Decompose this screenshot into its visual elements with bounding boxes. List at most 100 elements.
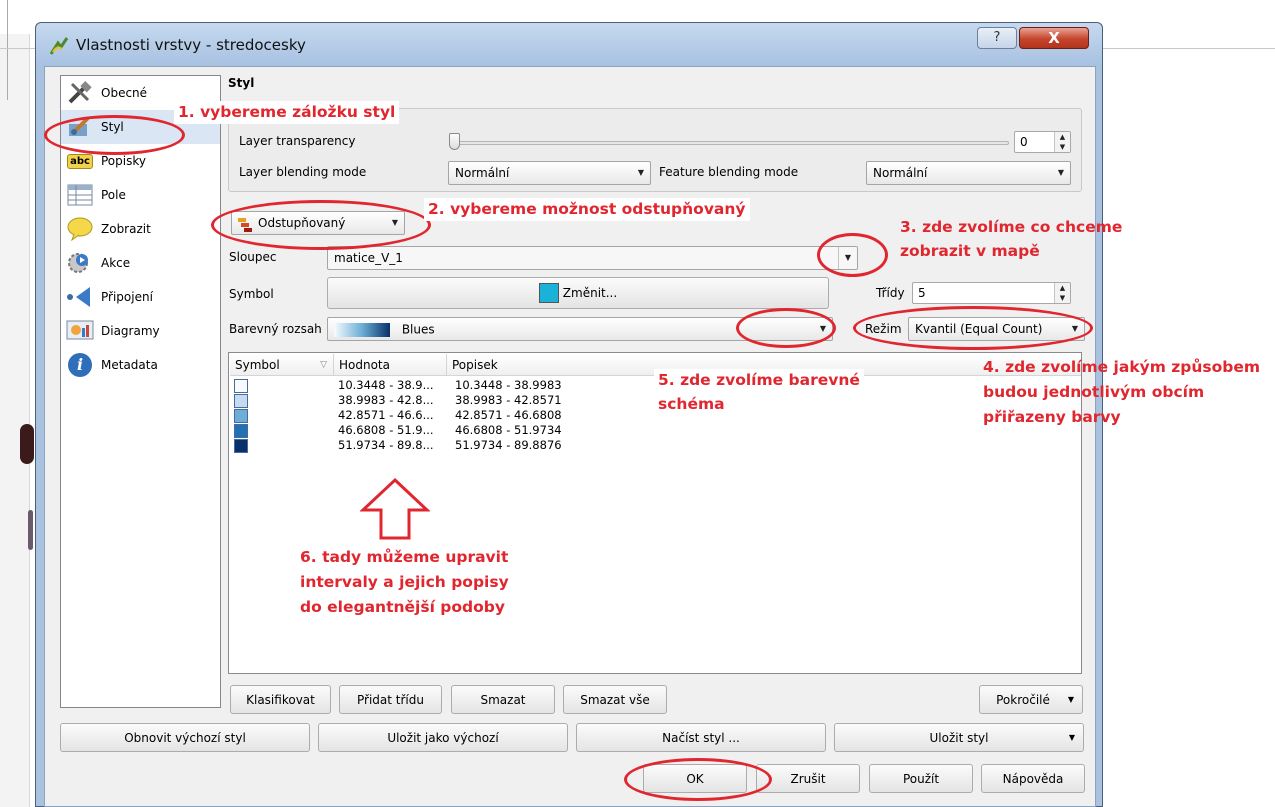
column-select[interactable]: matice_V_1 ▼: [327, 246, 858, 270]
color-ramp-value: Blues: [401, 322, 435, 337]
color-ramp-label: Barevný rozsah: [229, 322, 322, 336]
transparency-spinbox[interactable]: 0 ▲ ▼: [1014, 131, 1071, 153]
sidebar-item-label: Akce: [101, 256, 131, 270]
up-arrow-icon: [359, 477, 431, 541]
sidebar-item-label: Připojení: [101, 290, 153, 304]
chevron-down-icon: ▼: [1057, 168, 1065, 177]
class-label-cell[interactable]: 46.6808 - 51.9734: [455, 423, 562, 438]
column-value: matice_V_1: [334, 251, 403, 265]
annotation-step-5-line2: schéma: [658, 395, 725, 413]
join-arrow-icon: [65, 284, 95, 310]
annotation-ellipse-renderer: [211, 200, 431, 250]
annotation-step-6-line1: 6. tady můžeme upravit: [300, 548, 509, 566]
header-label: Symbol: [235, 358, 280, 372]
class-color-swatch[interactable]: [234, 379, 248, 393]
annotation-ellipse-column: [817, 233, 888, 277]
sidebar-item-pole[interactable]: Pole: [61, 178, 220, 212]
annotation-step-1: 1. vybereme záložku styl: [174, 101, 400, 124]
gear-play-icon: [65, 250, 95, 276]
sidebar-item-zobrazit[interactable]: Zobrazit: [61, 212, 220, 246]
info-icon: i: [65, 352, 95, 378]
sidebar-item-label: Popisky: [101, 154, 146, 168]
delete-class-button[interactable]: Smazat: [451, 685, 555, 714]
transparency-slider-handle[interactable]: [449, 133, 460, 150]
layer-blending-select[interactable]: Normální ▼: [448, 161, 651, 185]
advanced-button[interactable]: Pokročilé ▼: [979, 685, 1083, 714]
class-color-swatch[interactable]: [234, 424, 248, 438]
class-value-cell[interactable]: 46.6808 - 51.9...: [338, 423, 434, 438]
chevron-down-icon: ▼: [1068, 733, 1075, 742]
change-symbol-label: Změnit...: [562, 286, 618, 300]
annotation-step-6-line2: intervaly a jejich popisy: [300, 573, 509, 591]
table-header-value[interactable]: Hodnota: [334, 354, 447, 376]
layer-transparency-label: Layer transparency: [239, 134, 356, 148]
annotation-ellipse-ramp: [736, 308, 836, 348]
class-color-swatch[interactable]: [234, 439, 248, 453]
class-value-cell[interactable]: 38.9983 - 42.8...: [338, 393, 434, 408]
sidebar-item-label: Pole: [101, 188, 126, 202]
class-value-cell[interactable]: 51.9734 - 89.8...: [338, 438, 434, 453]
annotation-step-3-line2: zobrazit v mapě: [900, 242, 1040, 260]
background-app-panel: [0, 34, 30, 807]
classes-value: 5: [918, 286, 926, 300]
annotation-step-4-line3: přiřazeny barvy: [983, 408, 1121, 426]
classes-label: Třídy: [876, 286, 905, 300]
spin-arrows-icon[interactable]: ▲ ▼: [1054, 132, 1070, 152]
sidebar-item-label: Diagramy: [101, 324, 160, 338]
dialog-title: Vlastnosti vrstvy - stredocesky: [76, 36, 306, 54]
annotation-step-4-line1: 4. zde zvolíme jakým způsobem: [983, 358, 1261, 376]
change-symbol-button[interactable]: Změnit...: [327, 277, 829, 309]
annotation-step-3-line1: 3. zde zvolíme co chceme: [900, 218, 1123, 236]
add-class-button[interactable]: Přidat třídu: [339, 685, 442, 714]
load-style-button[interactable]: Načíst styl ...: [576, 723, 826, 752]
background-map-feature: [28, 510, 33, 550]
section-title: Styl: [228, 76, 255, 90]
sidebar-item-metadata[interactable]: i Metadata: [61, 348, 220, 382]
annotation-ellipse-styl: [44, 115, 185, 155]
spin-arrows-icon[interactable]: ▲ ▼: [1054, 283, 1070, 303]
sidebar-item-pripojeni[interactable]: Připojení: [61, 280, 220, 314]
class-label-cell[interactable]: 42.8571 - 46.6808: [455, 408, 562, 423]
class-color-swatch[interactable]: [234, 394, 248, 408]
class-label-cell[interactable]: 38.9983 - 42.8571: [455, 393, 562, 408]
save-as-default-button[interactable]: Uložit jako výchozí: [318, 723, 568, 752]
feature-blending-select[interactable]: Normální ▼: [866, 161, 1071, 185]
table-header-symbol[interactable]: Symbol ▽: [230, 354, 334, 376]
feature-blending-value: Normální: [873, 166, 928, 180]
restore-default-style-button[interactable]: Obnovit výchozí styl: [60, 723, 310, 752]
annotation-ellipse-ok: [624, 758, 772, 801]
sidebar-item-akce[interactable]: Akce: [61, 246, 220, 280]
advanced-label: Pokročilé: [996, 692, 1050, 707]
help-title-button[interactable]: ?: [977, 27, 1017, 49]
classify-button[interactable]: Klasifikovat: [230, 685, 331, 714]
sort-indicator-icon: ▽: [320, 360, 327, 370]
annotation-ellipse-mode: [853, 306, 1093, 350]
sidebar-item-diagramy[interactable]: Diagramy: [61, 314, 220, 348]
layer-blending-label: Layer blending mode: [239, 165, 367, 179]
transparency-slider[interactable]: [453, 141, 1009, 145]
class-label-cell[interactable]: 10.3448 - 38.9983: [455, 378, 562, 393]
symbol-swatch: [538, 283, 559, 303]
feature-blending-label: Feature blending mode: [659, 165, 799, 179]
sidebar-item-label: Metadata: [101, 358, 158, 372]
apply-button[interactable]: Použít: [869, 764, 973, 793]
close-button[interactable]: X: [1019, 27, 1089, 49]
class-color-swatch[interactable]: [234, 409, 248, 423]
annotation-step-2: 2. vybereme možnost odstupňovaný: [424, 198, 750, 221]
column-label: Sloupec: [229, 250, 277, 264]
class-label-cell[interactable]: 51.9734 - 89.8876: [455, 438, 562, 453]
delete-all-button[interactable]: Smazat vše: [563, 685, 667, 714]
chevron-down-icon: ▼: [637, 168, 645, 177]
annotation-step-5-line1: 5. zde zvolíme barevné: [654, 369, 864, 392]
classes-spinbox[interactable]: 5 ▲ ▼: [912, 282, 1071, 304]
class-value-cell[interactable]: 42.8571 - 46.6...: [338, 408, 434, 423]
class-value-cell[interactable]: 10.3448 - 38.9...: [338, 378, 434, 393]
symbol-label: Symbol: [229, 287, 274, 301]
transparency-value: 0: [1020, 135, 1028, 149]
save-style-label: Uložit styl: [929, 730, 989, 745]
tools-icon: [65, 80, 95, 106]
help-button[interactable]: Nápověda: [981, 764, 1085, 793]
blues-ramp-preview: [334, 322, 390, 337]
qgis-logo-icon: [48, 35, 70, 57]
save-style-button[interactable]: Uložit styl ▼: [834, 723, 1084, 752]
